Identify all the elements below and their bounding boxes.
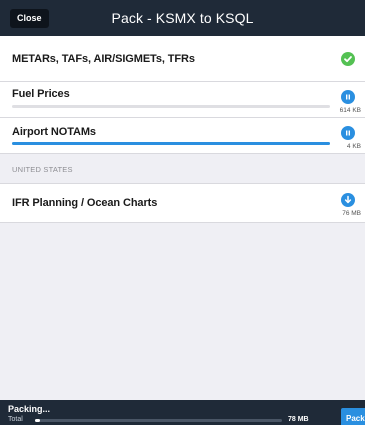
section-header: UNITED STATES	[0, 154, 365, 184]
list-item-fuel-prices[interactable]: Fuel Prices 614 KB	[0, 82, 365, 118]
pause-icon[interactable]	[341, 126, 355, 140]
page-title: Pack - KSMX to KSQL	[111, 10, 254, 26]
list-item-label: Airport NOTAMs	[12, 126, 96, 138]
packing-status: Packing...	[8, 404, 51, 414]
pack-button[interactable]: Pack	[341, 408, 365, 425]
total-progress-bar	[35, 419, 282, 422]
list-item-ifr-charts[interactable]: IFR Planning / Ocean Charts 76 MB	[0, 184, 365, 223]
header-bar: Close Pack - KSMX to KSQL	[0, 0, 365, 36]
progress-bar	[12, 105, 330, 108]
file-size: 614 KB	[339, 107, 361, 114]
progress-bar	[12, 142, 330, 145]
section-header-label: UNITED STATES	[12, 165, 73, 174]
total-progress-fill	[35, 419, 40, 422]
checkmark-icon	[341, 52, 355, 66]
list-item-label: METARs, TAFs, AIR/SIGMETs, TFRs	[12, 53, 195, 65]
total-label: Total	[8, 416, 23, 423]
download-icon[interactable]	[341, 193, 355, 207]
progress-fill	[12, 142, 330, 145]
pack-item-list: METARs, TAFs, AIR/SIGMETs, TFRs Fuel Pri…	[0, 36, 365, 223]
pack-download-screen: Close Pack - KSMX to KSQL METARs, TAFs, …	[0, 0, 365, 425]
total-size: 78 MB	[288, 416, 309, 423]
file-size: 4 KB	[346, 143, 361, 150]
pause-icon[interactable]	[341, 90, 355, 104]
close-button[interactable]: Close	[10, 9, 49, 28]
file-size: 76 MB	[342, 210, 361, 217]
list-item-weather[interactable]: METARs, TAFs, AIR/SIGMETs, TFRs	[0, 36, 365, 82]
footer-bar: Packing... Total 78 MB Pack	[0, 400, 365, 425]
list-item-label: IFR Planning / Ocean Charts	[12, 197, 158, 209]
list-item-label: Fuel Prices	[12, 88, 70, 100]
list-item-airport-notams[interactable]: Airport NOTAMs 4 KB	[0, 118, 365, 154]
